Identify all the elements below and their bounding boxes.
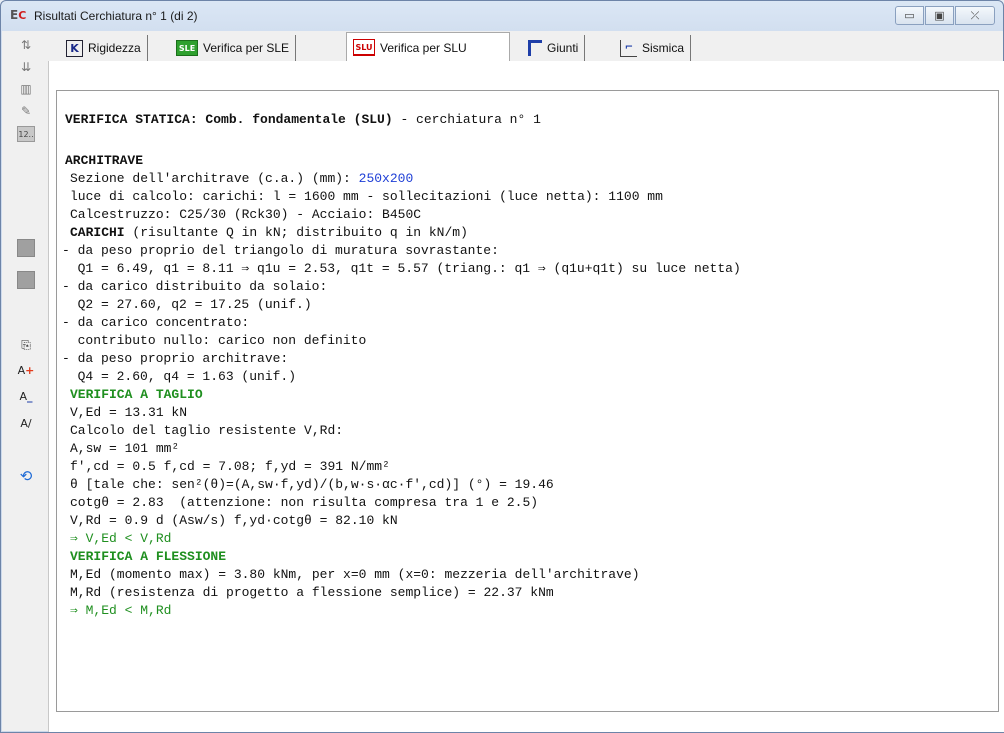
maximize-icon: ▣	[934, 9, 945, 22]
results-window: EC Risultati Cerchiatura n° 1 (di 2) ▭ ▣…	[0, 0, 1004, 733]
refresh-icon[interactable]: ⟲	[17, 467, 35, 485]
report-line: V,Ed = 13.31 kN	[70, 405, 188, 420]
tab-verifica-sle[interactable]: SLE Verifica per SLE	[170, 35, 297, 61]
flessione-heading: VERIFICA A FLESSIONE	[70, 549, 227, 564]
maximize-button[interactable]: ▣	[925, 6, 954, 25]
gray-square-icon-2[interactable]	[17, 271, 35, 289]
report-line: Q2 = 27.60, q2 = 17.25 (unif.)	[62, 297, 312, 312]
title-bar[interactable]: EC Risultati Cerchiatura n° 1 (di 2) ▭ ▣…	[1, 1, 1003, 31]
close-button[interactable]: ⤫	[955, 6, 995, 25]
architrave-heading: ARCHITRAVE	[65, 153, 144, 168]
font-italic-icon[interactable]: A/	[17, 414, 35, 432]
report-line: cotgθ = 2.83 (attenzione: non risulta co…	[70, 495, 539, 510]
report-panel[interactable]: VERIFICA STATICA: Comb. fondamentale (SL…	[56, 90, 999, 712]
gray-square-icon[interactable]	[17, 239, 35, 257]
minimize-button[interactable]: ▭	[895, 6, 924, 25]
carichi-line: CARICHI (risultante Q in kN; distribuito…	[70, 225, 468, 240]
font-minus-icon[interactable]: A _	[17, 387, 35, 405]
tab-rigidezza[interactable]: K Rigidezza	[60, 35, 148, 61]
minimize-icon: ▭	[904, 9, 915, 22]
report-line: Q1 = 6.49, q1 = 8.11 ⇒ q1u = 2.53, q1t =…	[62, 261, 741, 276]
materiali-line: Calcestruzzo: C25/30 (Rck30) - Acciaio: …	[70, 207, 422, 222]
font-plus-icon[interactable]: A +	[17, 361, 35, 379]
tab-bar: K Rigidezza SLE Verifica per SLE SLU Ver…	[48, 31, 1003, 62]
tab-label: Rigidezza	[88, 41, 141, 55]
copy-icon[interactable]: ⎘	[17, 336, 35, 354]
close-icon: ⤫	[970, 8, 980, 22]
sismica-icon: ⌐	[620, 39, 637, 57]
tab-label: Sismica	[642, 41, 685, 55]
flessione-result: ⇒ M,Ed < M,Rd	[70, 603, 172, 618]
report-line: contributo nullo: carico non definito	[62, 333, 367, 348]
sezione-line: Sezione dell'architrave (c.a.) (mm): 250…	[70, 171, 414, 186]
report-line: - da peso proprio architrave:	[62, 351, 289, 366]
tab-sismica[interactable]: ⌐ Sismica	[614, 35, 692, 61]
chart-icon[interactable]: ▥	[17, 80, 35, 98]
tab-label: Verifica per SLU	[380, 40, 467, 55]
tab-verifica-slu[interactable]: SLU Verifica per SLU	[346, 32, 510, 62]
report-line: M,Rd (resistenza di progetto a flessione…	[70, 585, 554, 600]
window-controls: ▭ ▣ ⤫	[895, 6, 995, 25]
taglio-heading: VERIFICA A TAGLIO	[70, 387, 203, 402]
report-line: - da carico distribuito da solaio:	[62, 279, 328, 294]
taglio-result: ⇒ V,Ed < V,Rd	[70, 531, 172, 546]
report-line: θ [tale che: sen²(θ)=(A,sw·f,yd)/(b,w·s·…	[70, 477, 554, 492]
sle-icon: SLE	[176, 40, 198, 56]
report-line: - da peso proprio del triangolo di murat…	[62, 243, 499, 258]
window-title: Risultati Cerchiatura n° 1 (di 2)	[34, 9, 198, 23]
tab-label: Verifica per SLE	[203, 41, 290, 55]
luce-line: luce di calcolo: carichi: l = 1600 mm - …	[70, 189, 663, 204]
edit-icon[interactable]: ✎	[17, 102, 35, 120]
app-icon: EC	[10, 8, 27, 22]
report-line: V,Rd = 0.9 d (Asw/s) f,yd·cotgθ = 82.10 …	[70, 513, 398, 528]
report-line: f',cd = 0.5 f,cd = 7.08; f,yd = 391 N/mm…	[70, 459, 390, 474]
report-line: Calcolo del taglio resistente V,Rd:	[70, 423, 344, 438]
tool-2-icon[interactable]: ⇊	[17, 58, 35, 76]
slu-icon: SLU	[353, 39, 375, 56]
report-line: Q4 = 2.60, q4 = 1.63 (unif.)	[62, 369, 297, 384]
tab-giunti[interactable]: Giunti	[522, 35, 586, 61]
report-line: A,sw = 101 mm²	[70, 441, 180, 456]
report-line: M,Ed (momento max) = 3.80 kNm, per x=0 m…	[70, 567, 640, 582]
report-line: - da carico concentrato:	[62, 315, 250, 330]
tab-label: Giunti	[547, 41, 579, 55]
tool-1-icon[interactable]: ⇅	[17, 36, 35, 54]
left-toolbar: ⇅ ⇊ ▥ ✎ 12.. ⎘ A + A _ A/ ⟲	[2, 31, 49, 731]
k-icon: K	[66, 39, 83, 57]
giunti-icon	[528, 40, 542, 56]
12-icon[interactable]: 12..	[17, 126, 35, 142]
report-header: VERIFICA STATICA: Comb. fondamentale (SL…	[65, 112, 541, 127]
